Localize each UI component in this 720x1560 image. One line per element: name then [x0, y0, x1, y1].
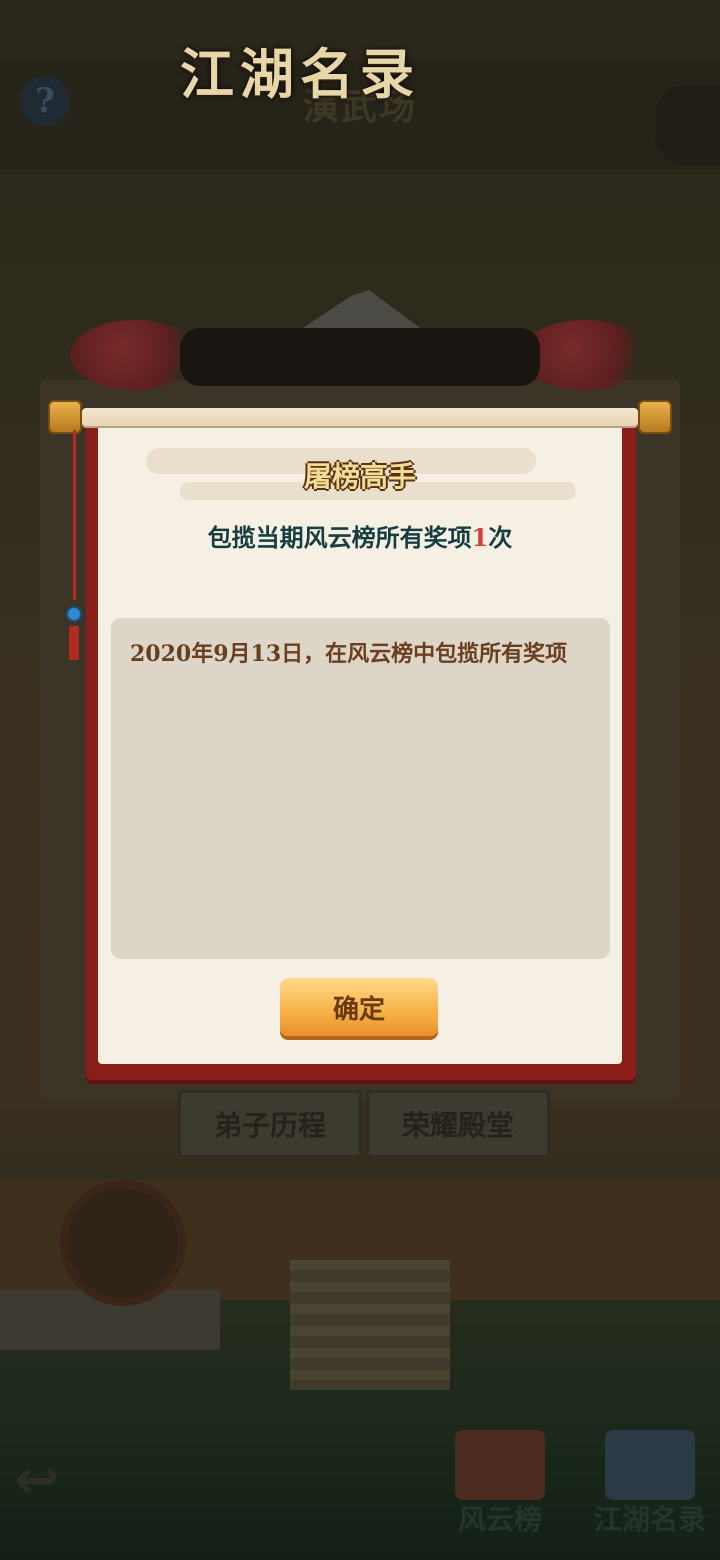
tassel-decoration — [66, 430, 82, 660]
tab-hall-of-honor[interactable]: 荣耀殿堂 — [366, 1090, 550, 1158]
tassel-bead — [66, 606, 82, 622]
description-count: 1 — [471, 523, 489, 552]
book-icon — [605, 1430, 695, 1500]
achievement-title: 屠榜高手 — [303, 460, 416, 493]
record-entry: 2020年9月13日，在风云榜中包揽所有奖项 — [130, 641, 568, 667]
dialog-banner — [60, 290, 660, 400]
background-stairs — [290, 1260, 450, 1390]
confirm-button[interactable]: 确定 — [280, 978, 438, 1036]
scroll-icon — [455, 1430, 545, 1500]
directory-button-label: 江湖名录 — [593, 1503, 706, 1536]
ranking-button[interactable]: 风云榜 — [435, 1430, 565, 1540]
description-prefix: 包揽当期风云榜所有奖项 — [207, 523, 472, 552]
description-suffix: 次 — [488, 523, 513, 552]
scroll-rod-bar — [82, 408, 638, 426]
tassel-end — [69, 626, 79, 660]
drum-decoration — [60, 1180, 186, 1306]
dialog-banner-title: 江湖名录 — [180, 42, 420, 106]
tassel-cord — [73, 430, 76, 600]
top-right-button[interactable] — [655, 85, 720, 165]
help-icon[interactable]: ? — [20, 76, 70, 126]
scroll-cap-left — [48, 400, 82, 434]
back-arrow-icon[interactable]: ↩ — [14, 1448, 84, 1511]
scroll-rod — [48, 400, 672, 434]
ranking-button-label: 风云榜 — [457, 1503, 542, 1536]
tab-disciple-history[interactable]: 弟子历程 — [178, 1090, 362, 1158]
directory-button[interactable]: 江湖名录 — [585, 1430, 715, 1540]
game-screen: ? 演武场 弟子历程 荣耀殿堂 ↩ 风云榜 江湖名录 江湖名录 屠榜高手 包揽当… — [0, 0, 720, 1560]
scroll-cap-right — [638, 400, 672, 434]
achievement-description: 包揽当期风云榜所有奖项1次 — [140, 518, 580, 558]
ink-brush-decoration — [180, 328, 540, 386]
